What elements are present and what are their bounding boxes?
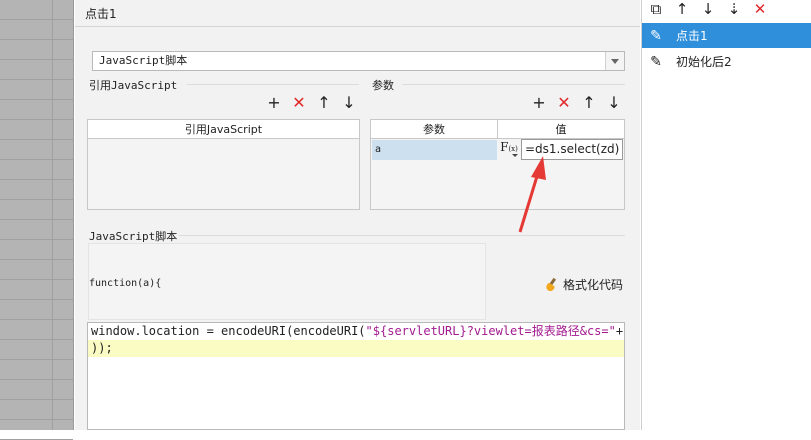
pencil-icon: ✎ xyxy=(650,53,662,70)
header-divider xyxy=(75,26,640,27)
event-item-label: 点击1 xyxy=(676,29,708,43)
script-section-divider xyxy=(179,235,625,236)
code-text: window.location = encodeURI(encodeURI( xyxy=(91,324,366,338)
function-signature-box: function(a){ xyxy=(88,243,486,320)
event-item-after-init2[interactable]: ✎ 初始化后2 xyxy=(642,49,811,74)
events-panel: ⧉ ↑ ↓ ⇣ ✕ ✎ 点击1 ✎ 初始化后2 xyxy=(641,0,811,430)
params-section-title: 参数 xyxy=(372,79,394,92)
sort-icon[interactable]: ⇣ xyxy=(726,1,742,17)
add-icon[interactable]: + xyxy=(531,95,547,111)
format-code-button[interactable]: 格式化代码 xyxy=(545,276,623,293)
copy-icon[interactable]: ⧉ xyxy=(648,1,664,17)
param-name-cell[interactable]: a xyxy=(372,140,497,160)
params-value-column-header[interactable]: 值 xyxy=(498,120,624,139)
spreadsheet-row-strip xyxy=(0,0,74,440)
ref-js-toolbar: + ✕ ↑ ↓ xyxy=(266,95,357,111)
params-table: 参数 值 a F(x) =ds1.select(zd) xyxy=(370,119,625,210)
event-editor-panel: 点击1 JavaScript脚本 引用JavaScript + ✕ ↑ ↓ 引用… xyxy=(75,0,640,430)
event-item-label: 初始化后2 xyxy=(676,55,732,69)
code-line-2: )); xyxy=(88,340,624,357)
pencil-icon: ✎ xyxy=(650,27,662,44)
param-value-input[interactable]: =ds1.select(zd) xyxy=(521,139,623,160)
delete-icon[interactable]: ✕ xyxy=(752,1,768,17)
params-toolbar: + ✕ ↑ ↓ xyxy=(531,95,622,111)
code-text: +a xyxy=(615,324,624,338)
delete-icon[interactable]: ✕ xyxy=(291,95,307,111)
move-up-icon[interactable]: ↑ xyxy=(674,1,690,17)
params-section-divider xyxy=(402,84,625,85)
formula-icon[interactable]: F(x) xyxy=(498,139,520,161)
move-down-icon[interactable]: ↓ xyxy=(341,95,357,111)
move-up-icon[interactable]: ↑ xyxy=(316,95,332,111)
chevron-down-icon[interactable] xyxy=(605,52,624,70)
script-type-value: JavaScript脚本 xyxy=(99,54,188,67)
ref-js-column-header[interactable]: 引用JavaScript xyxy=(88,120,359,139)
formula-dropdown-caret xyxy=(512,154,518,157)
event-title: 点击1 xyxy=(85,7,117,21)
code-string: "${servletURL}?viewlet=报表路径&cs=" xyxy=(365,324,616,338)
move-up-icon[interactable]: ↑ xyxy=(581,95,597,111)
event-item-click1[interactable]: ✎ 点击1 xyxy=(642,23,811,48)
code-editor[interactable]: window.location = encodeURI(encodeURI("$… xyxy=(87,322,625,430)
script-section-title: JavaScript脚本 xyxy=(89,230,178,243)
delete-icon[interactable]: ✕ xyxy=(556,95,572,111)
ref-js-table: 引用JavaScript xyxy=(87,119,360,210)
add-icon[interactable]: + xyxy=(266,95,282,111)
broom-icon xyxy=(545,278,559,292)
events-toolbar: ⧉ ↑ ↓ ⇣ ✕ xyxy=(648,1,768,17)
code-line-1: window.location = encodeURI(encodeURI("$… xyxy=(88,323,624,340)
script-type-select[interactable]: JavaScript脚本 xyxy=(92,51,625,71)
move-down-icon[interactable]: ↓ xyxy=(700,1,716,17)
format-code-label: 格式化代码 xyxy=(563,278,624,292)
ref-js-section-title: 引用JavaScript xyxy=(89,79,178,92)
ref-js-section-divider xyxy=(187,84,359,85)
move-down-icon[interactable]: ↓ xyxy=(606,95,622,111)
params-name-column-header[interactable]: 参数 xyxy=(371,120,498,139)
function-signature: function(a){ xyxy=(89,278,162,289)
